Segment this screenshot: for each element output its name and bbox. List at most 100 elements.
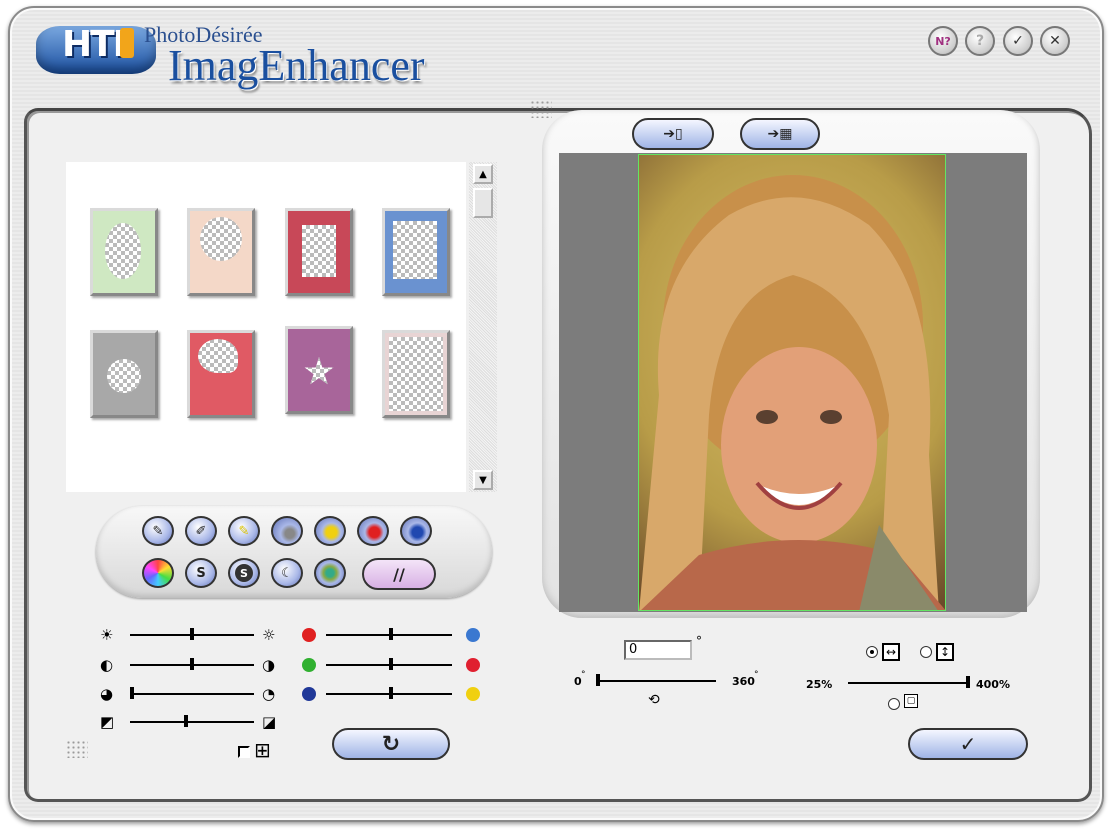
rainbow-tool-button[interactable] [142, 558, 174, 588]
frame-thumb-heart[interactable] [187, 330, 255, 418]
zoom-max-label: 400% [976, 678, 1010, 691]
blue-dot-icon [466, 628, 480, 642]
contrast-slider-knob[interactable] [190, 658, 194, 670]
saturation-low-icon: ◕ [100, 685, 114, 703]
gamma-low-icon: ◩ [100, 713, 115, 731]
help-button[interactable]: N? [928, 26, 958, 56]
red2-dot-icon [466, 658, 480, 672]
transparent-area [302, 225, 336, 277]
grip-dots-bottom [66, 740, 88, 758]
slash-icon: // [393, 564, 405, 584]
transparent-area [200, 217, 242, 261]
saturation-slider[interactable] [130, 693, 254, 695]
red-color-button[interactable] [357, 516, 389, 546]
scroll-thumb[interactable] [473, 188, 493, 218]
pen-icon: ✎ [152, 523, 164, 539]
red-cyan-slider-knob[interactable] [389, 628, 393, 640]
mosaic-tool-button[interactable] [314, 558, 346, 588]
frame-thumb-green-oval[interactable] [90, 208, 158, 296]
gray-color-button[interactable] [271, 516, 303, 546]
insert-text-button[interactable]: ➔▯ [632, 118, 714, 150]
check-icon: ✓ [959, 732, 977, 756]
transparent-area [389, 337, 443, 411]
gamma-slider-knob[interactable] [184, 715, 188, 727]
hti-logo-text: HTI [62, 24, 126, 65]
frame-thumb-blue-brush[interactable] [382, 208, 450, 296]
rotation-slider-knob[interactable] [596, 674, 600, 686]
rotation-max-label: 360 [732, 675, 755, 688]
info-button[interactable]: ? [965, 26, 995, 56]
highlighter-icon: ✎ [238, 523, 250, 539]
arrow-up-icon: ▲ [479, 168, 487, 180]
close-button[interactable]: ✕ [1040, 26, 1070, 56]
degree-symbol: ° [696, 634, 702, 648]
hti-logo-accent [120, 28, 134, 58]
brightness-high-icon: ☼ [262, 626, 276, 644]
pen-tool-button[interactable]: ✎ [142, 516, 174, 546]
scroll-down-button[interactable]: ▼ [473, 470, 493, 490]
help-icon: N? [935, 34, 951, 48]
gamma-slider[interactable] [130, 721, 254, 723]
green-dot-icon [302, 658, 316, 672]
yellow-color-button[interactable] [314, 516, 346, 546]
confirm-title-button[interactable]: ✓ [1003, 26, 1033, 56]
transparent-area [198, 339, 238, 373]
reset-icon: ↻ [381, 731, 401, 757]
moon-icon: ☾ [281, 565, 293, 581]
rotate-icon: ⟲ [648, 692, 660, 708]
apply-button[interactable]: ✓ [908, 728, 1028, 760]
highlight-pen-button[interactable]: ✎ [228, 516, 260, 546]
check-icon: ✓ [1012, 33, 1024, 49]
contrast-high-icon: ◑ [262, 656, 276, 674]
insert-text-icon: ➔▯ [663, 126, 683, 142]
preview-photo[interactable] [638, 154, 946, 611]
s-outline-tool-button[interactable]: S [185, 558, 217, 588]
brand-large-title: ImagEnhancer [168, 41, 425, 90]
app-window: HTI PhotoDésirée ImagEnhancer N? ? ✓ ✕ ▲… [0, 0, 1109, 831]
blue-color-button[interactable] [400, 516, 432, 546]
yellow-dot-icon [466, 687, 480, 701]
zoom-slider-knob[interactable] [966, 676, 970, 688]
gallery-scrollbar[interactable]: ▲ ▼ [469, 162, 497, 492]
actual-size-radio[interactable] [888, 698, 900, 710]
frame-gallery [66, 162, 466, 492]
frame-thumb-corner-roses[interactable] [382, 330, 450, 418]
frame-thumb-floral[interactable] [187, 208, 255, 296]
zoom-min-label: 25% [806, 678, 833, 691]
close-icon: ✕ [1049, 33, 1061, 49]
insert-calendar-icon: ➔▦ [767, 126, 793, 142]
grid-checkbox[interactable] [238, 746, 250, 758]
reset-button[interactable]: ↻ [332, 728, 450, 760]
s-solid-icon: S [235, 564, 253, 582]
clip-icon: ✐ [195, 523, 207, 539]
blue-yellow-slider-knob[interactable] [389, 687, 393, 699]
fit-width-icon: ↔ [882, 643, 900, 661]
portrait-image [639, 175, 945, 610]
brightness-slider-knob[interactable] [190, 628, 194, 640]
clip-tool-button[interactable]: ✐ [185, 516, 217, 546]
rotation-slider[interactable] [596, 680, 716, 682]
gamma-high-icon: ◪ [262, 713, 277, 731]
fit-width-radio[interactable] [866, 646, 878, 658]
s-solid-tool-button[interactable]: S [228, 558, 260, 588]
moon-tool-button[interactable]: ☾ [271, 558, 303, 588]
fit-height-radio[interactable] [920, 646, 932, 658]
saturation-slider-knob[interactable] [130, 687, 134, 699]
transparent-area [304, 357, 334, 385]
contrast-low-icon: ◐ [100, 656, 114, 674]
transparent-area [105, 223, 141, 279]
frame-thumb-purple-star[interactable] [285, 326, 353, 414]
frame-thumb-red-rect[interactable] [285, 208, 353, 296]
rotation-max-degree: ° [754, 670, 759, 680]
rotation-min-degree: ° [581, 670, 586, 680]
grip-dots-top [530, 100, 552, 118]
insert-calendar-button[interactable]: ➔▦ [740, 118, 820, 150]
rotation-angle-input[interactable]: 0 [624, 640, 692, 660]
question-icon: ? [975, 33, 985, 49]
scroll-up-button[interactable]: ▲ [473, 164, 493, 184]
s-outline-icon: S [196, 565, 206, 581]
green-magenta-slider-knob[interactable] [389, 658, 393, 670]
zoom-slider[interactable] [848, 682, 968, 684]
frame-thumb-rose-wreath[interactable] [90, 330, 158, 418]
slash-tool-button[interactable]: // [362, 558, 436, 590]
